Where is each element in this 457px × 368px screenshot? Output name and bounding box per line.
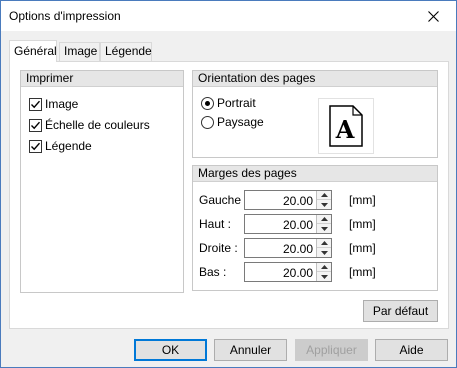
print-image-checkbox[interactable] — [29, 97, 42, 111]
print-options-dialog: Options d'impression Général Image Légen… — [0, 0, 457, 368]
title-bar: Options d'impression — [1, 1, 456, 31]
margin-top-field[interactable]: 20.00 — [244, 214, 332, 234]
margin-right-unit: [mm] — [349, 241, 376, 255]
close-button[interactable] — [410, 1, 456, 31]
margin-right-spinner — [316, 239, 331, 257]
margin-bottom-unit: [mm] — [349, 265, 376, 279]
margin-left-unit: [mm] — [349, 193, 376, 207]
apply-button[interactable]: Appliquer — [295, 339, 368, 361]
margin-left-spinner — [316, 191, 331, 209]
margin-right-value[interactable]: 20.00 — [283, 242, 313, 256]
margin-top-spinner — [316, 215, 331, 233]
margin-right-increment[interactable] — [317, 239, 331, 248]
margin-left-decrement[interactable] — [317, 200, 331, 209]
dialog-title: Options d'impression — [9, 9, 121, 23]
landscape-radio[interactable] — [201, 115, 214, 129]
checkmark-icon — [31, 121, 41, 129]
margin-left-label: Gauche — [199, 193, 242, 207]
help-button[interactable]: Aide — [375, 339, 448, 361]
tab-image[interactable]: Image — [59, 42, 100, 61]
tab-general[interactable]: Général — [9, 40, 57, 62]
cancel-button[interactable]: Annuler — [214, 339, 287, 361]
margins-group: Marges des pages Gauche 20.00 [mm] Haut … — [192, 165, 438, 291]
checkmark-icon — [31, 100, 41, 108]
portrait-page-icon: A — [329, 105, 363, 147]
margin-bottom-field[interactable]: 20.00 — [244, 262, 332, 282]
margin-bottom-increment[interactable] — [317, 263, 331, 272]
print-color-scale-label: Échelle de couleurs — [45, 118, 150, 132]
print-color-scale-checkbox-row[interactable]: Échelle de couleurs — [29, 117, 150, 133]
orientation-preview: A — [318, 98, 374, 154]
print-group-header: Imprimer — [21, 71, 183, 87]
portrait-radio-row[interactable]: Portrait — [201, 95, 256, 111]
caret-up-icon — [320, 265, 328, 269]
caret-up-icon — [320, 217, 328, 221]
print-legend-checkbox-row[interactable]: Légende — [29, 138, 92, 154]
margin-top-increment[interactable] — [317, 215, 331, 224]
caret-down-icon — [320, 202, 328, 207]
margin-top-row: Haut : 20.00 [mm] — [199, 214, 429, 234]
landscape-label: Paysage — [217, 115, 264, 129]
caret-up-icon — [320, 193, 328, 197]
margin-bottom-spinner — [316, 263, 331, 281]
margin-right-field[interactable]: 20.00 — [244, 238, 332, 258]
margin-left-field[interactable]: 20.00 — [244, 190, 332, 210]
margin-right-label: Droite : — [199, 241, 238, 255]
print-group: Imprimer Image Échelle de couleurs Légen… — [20, 70, 184, 293]
print-legend-label: Légende — [45, 139, 92, 153]
tab-legend[interactable]: Légende — [100, 42, 152, 61]
caret-up-icon — [320, 241, 328, 245]
print-color-scale-checkbox[interactable] — [29, 118, 42, 132]
preview-glyph: A — [335, 115, 355, 144]
margin-left-increment[interactable] — [317, 191, 331, 200]
margin-left-row: Gauche 20.00 [mm] — [199, 190, 429, 210]
portrait-radio[interactable] — [201, 96, 214, 110]
print-image-label: Image — [45, 97, 79, 111]
checkmark-icon — [31, 142, 41, 150]
margin-bottom-label: Bas : — [199, 265, 227, 279]
caret-down-icon — [320, 250, 328, 255]
margin-top-unit: [mm] — [349, 217, 376, 231]
landscape-radio-row[interactable]: Paysage — [201, 114, 264, 130]
orientation-group-header: Orientation des pages — [193, 71, 437, 87]
portrait-label: Portrait — [217, 96, 256, 110]
margin-top-value[interactable]: 20.00 — [283, 218, 313, 232]
margin-top-label: Haut : — [199, 217, 232, 231]
margin-bottom-decrement[interactable] — [317, 272, 331, 281]
general-tab-panel: Imprimer Image Échelle de couleurs Légen… — [9, 61, 449, 329]
margin-bottom-row: Bas : 20.00 [mm] — [199, 262, 429, 282]
caret-down-icon — [320, 226, 328, 231]
margin-top-decrement[interactable] — [317, 224, 331, 233]
margin-right-decrement[interactable] — [317, 248, 331, 257]
margin-left-value[interactable]: 20.00 — [283, 194, 313, 208]
margin-bottom-value[interactable]: 20.00 — [283, 266, 313, 280]
margin-right-row: Droite : 20.00 [mm] — [199, 238, 429, 258]
print-image-checkbox-row[interactable]: Image — [29, 96, 78, 112]
close-icon — [427, 10, 439, 22]
restore-defaults-button[interactable]: Par défaut — [363, 300, 438, 322]
margins-group-header: Marges des pages — [193, 166, 437, 182]
print-legend-checkbox[interactable] — [29, 139, 42, 153]
ok-button[interactable]: OK — [134, 339, 207, 361]
caret-down-icon — [320, 274, 328, 279]
orientation-group: Orientation des pages Portrait Paysage A — [192, 70, 438, 158]
